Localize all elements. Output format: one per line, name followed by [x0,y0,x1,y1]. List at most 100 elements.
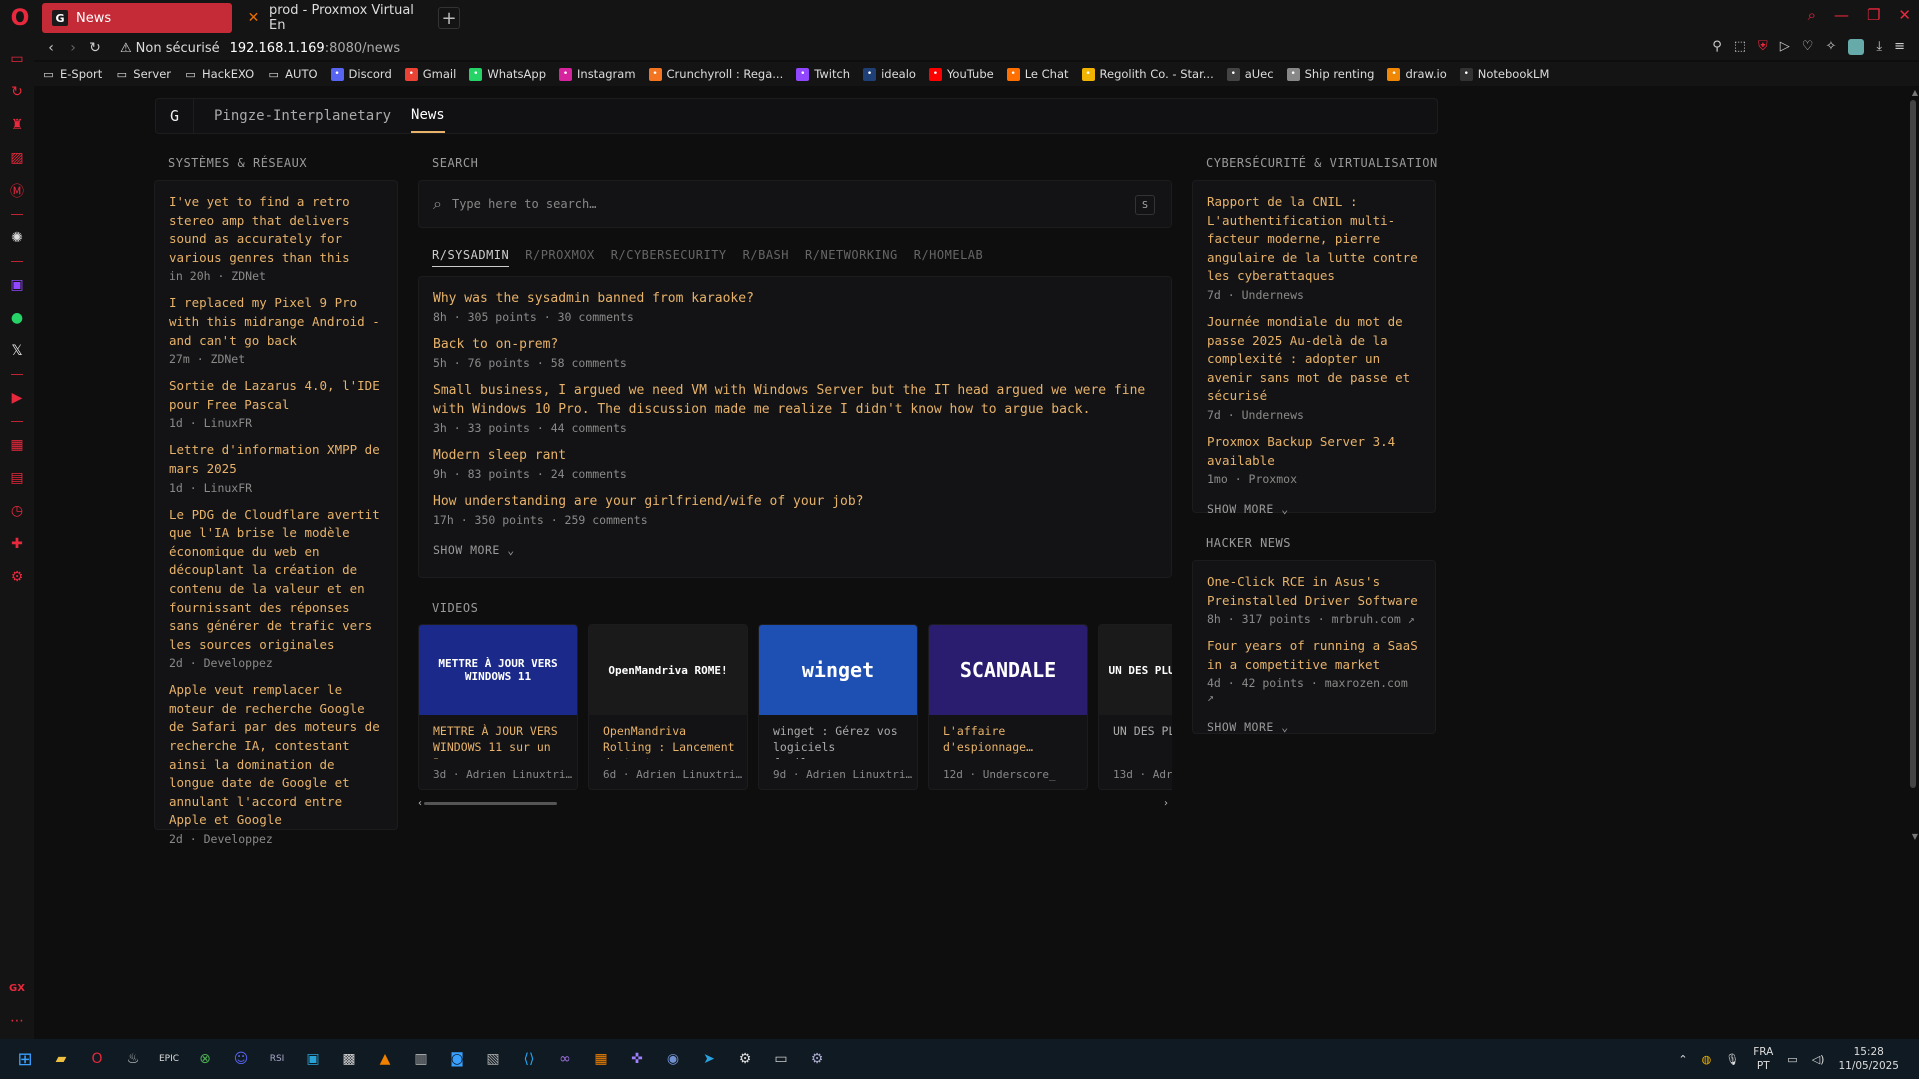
clock-icon[interactable]: ◷ [7,501,27,521]
extensions-icon[interactable]: ✚ [7,534,27,554]
news-item[interactable]: Sortie de Lazarus 4.0, l'IDE pour Free P… [169,377,383,430]
visual-studio-icon[interactable]: ∞ [554,1048,576,1070]
video-card[interactable]: wingetwinget : Gérez vos logiciels facil… [758,624,918,790]
bookmark-14[interactable]: • aUec [1226,67,1274,81]
bookmark-11[interactable]: • YouTube [928,67,994,81]
video-title[interactable]: UN DES PL YOUTUBEUR [1099,715,1172,759]
epic-games-icon[interactable]: EPIC [158,1048,180,1070]
news-item[interactable]: Apple veut remplacer le moteur de recher… [169,681,383,846]
bookmark-10[interactable]: • idealo [863,67,916,81]
pin-icon[interactable]: ⚲ [1712,39,1722,55]
windows-start-icon[interactable]: ⊞ [14,1048,36,1070]
scroll-left-icon[interactable]: ‹ [418,798,422,809]
bookmark-1[interactable]: ▭ Server [115,67,171,81]
bookmark-0[interactable]: ▭ E-Sport [42,67,102,81]
chatgpt-icon[interactable]: ✺ [7,228,27,248]
news-item-title[interactable]: Back to on-prem? [433,335,1157,354]
video-thumbnail[interactable]: UN DES PLUS G PASSÉ S [1099,625,1172,715]
bookmark-3[interactable]: ▭ AUTO [267,67,317,81]
network-icon[interactable]: ▭ [1787,1053,1797,1066]
xbox-icon[interactable]: ⊗ [194,1048,216,1070]
bookmark-9[interactable]: • Twitch [796,67,850,81]
bookmark-7[interactable]: • Instagram [559,67,636,81]
gx-logo-icon[interactable]: GX [7,978,27,998]
gx-control-icon[interactable]: ▭ [7,49,27,69]
terminal-icon[interactable]: ▭ [770,1048,792,1070]
settings-icon[interactable]: ⚙ [7,567,27,587]
subreddit-tab-3[interactable]: R/BASH [743,248,789,267]
news-item[interactable]: I replaced my Pixel 9 Pro with this midr… [169,294,383,366]
video-title[interactable]: METTRE À JOUR VERS WINDOWS 11 sur un P… [419,715,577,759]
notepad-icon[interactable]: ▥ [410,1048,432,1070]
player-icon[interactable]: ▶ [7,388,27,408]
video-title[interactable]: winget : Gérez vos logiciels facilemen… [759,715,917,759]
news-item-title[interactable]: Apple veut remplacer le moteur de recher… [169,681,383,830]
bookmark-13[interactable]: • Regolith Co. - Star... [1081,67,1214,81]
bookmark-15[interactable]: • Ship renting [1286,67,1374,81]
app-circle-icon[interactable]: ◉ [662,1048,684,1070]
news-item[interactable]: Back to on-prem? 5h · 76 points · 58 comm… [433,335,1157,370]
subreddit-tab-1[interactable]: R/PROXMOX [525,248,595,267]
news-item-title[interactable]: Rapport de la CNIL : L'authentification … [1207,193,1421,286]
nav-link-news[interactable]: News [411,99,445,133]
video-card[interactable]: METTRE À JOUR VERS WINDOWS 11 METTRE À JO… [418,624,578,790]
reload-icon[interactable]: ↻ [84,40,106,56]
news-item-title[interactable]: Proxmox Backup Server 3.4 available [1207,433,1421,470]
news-item[interactable]: Four years of running a SaaS in a compet… [1207,637,1421,704]
video-title[interactable]: L'affaire d'espionnage… [929,715,1087,759]
search-input[interactable] [451,197,1112,211]
show-more-button[interactable]: SHOW MORE ⌄ [1207,502,1421,516]
video-thumbnail[interactable]: winget [759,625,917,715]
news-item[interactable]: How understanding are your girlfriend/wi… [433,492,1157,527]
tray-chevron-icon[interactable]: ⌃ [1678,1053,1687,1066]
clock[interactable]: 15:28 11/05/2025 [1838,1045,1899,1073]
news-item[interactable]: Proxmox Backup Server 3.4 available 1mo ·… [1207,433,1421,486]
bookmark-8[interactable]: • Crunchyroll : Rega... [648,67,783,81]
app-orange-icon[interactable]: ▦ [590,1048,612,1070]
video-title[interactable]: OpenMandriva Rolling : Lancement du test… [589,715,747,759]
vertical-scrollbar[interactable] [1910,100,1916,788]
bookmark-12[interactable]: • Le Chat [1006,67,1069,81]
news-item[interactable]: I've yet to find a retro stereo amp that… [169,193,383,283]
site-logo[interactable]: G [156,99,194,133]
cleaner-icon[interactable]: ▨ [7,148,27,168]
bookmark-5[interactable]: • Gmail [404,67,456,81]
app-grey-icon[interactable]: ▧ [482,1048,504,1070]
gamepad-icon[interactable]: ✜ [626,1048,648,1070]
bookmark-2[interactable]: ▭ HackEXO [184,67,254,81]
heart-icon[interactable]: ♡ [1802,39,1814,55]
url-field[interactable]: 192.168.1.169:8080/news [230,41,401,56]
news-item-title[interactable]: Journée mondiale du mot de passe 2025 Au… [1207,313,1421,406]
subreddit-tab-0[interactable]: R/SYSADMIN [432,248,510,267]
bookmark-6[interactable]: • WhatsApp [469,67,546,81]
snapshot-icon[interactable]: ⬚ [1734,39,1746,55]
news-item[interactable]: Journée mondiale du mot de passe 2025 Au… [1207,313,1421,422]
news-item-title[interactable]: One-Click RCE in Asus's Preinstalled Dri… [1207,573,1421,610]
vpn-shield-icon[interactable]: ⛨ [1758,39,1768,55]
news-item-title[interactable]: Lettre d'information XMPP de mars 2025 [169,441,383,478]
news-item-title[interactable]: Sortie de Lazarus 4.0, l'IDE pour Free P… [169,377,383,414]
steam-icon[interactable]: ♨ [122,1048,144,1070]
search-tabs-icon[interactable]: ⌕ [1808,6,1816,24]
twitch-icon[interactable]: ▣ [7,275,27,295]
mail-icon[interactable]: Ⓜ [7,181,27,201]
chrome-icon[interactable]: ◍ [1702,1053,1712,1066]
news-item[interactable]: Lettre d'information XMPP de mars 2025 1d… [169,441,383,494]
video-thumbnail[interactable]: METTRE À JOUR VERS WINDOWS 11 [419,625,577,715]
volume-icon[interactable]: ◁) [1812,1053,1825,1066]
news-item[interactable]: Why was the sysadmin banned from karaoke… [433,289,1157,324]
news-item[interactable]: Modern sleep rant 9h · 83 points · 24 com… [433,446,1157,481]
whatsapp-icon[interactable]: ● [7,308,27,328]
menu-icon[interactable]: ≡ [1894,39,1905,55]
horizontal-scrollbar[interactable] [424,802,557,805]
scroll-right-icon[interactable]: › [1164,798,1168,809]
news-item-title[interactable]: Four years of running a SaaS in a compet… [1207,637,1421,674]
discord-icon[interactable]: ☺ [230,1048,252,1070]
show-more-button[interactable]: SHOW MORE ⌄ [433,543,1157,557]
mic-icon[interactable]: 🎙 [1725,1053,1739,1066]
play-icon[interactable]: ▷ [1780,39,1790,55]
forward-icon[interactable]: › [62,40,84,56]
video-card[interactable]: UN DES PLUS G PASSÉ SUN DES PL YOUTUBEUR… [1098,624,1172,790]
news-item[interactable]: Small business, I argued we need VM with… [433,381,1157,435]
news-item[interactable]: Le PDG de Cloudflare avertit que l'IA br… [169,506,383,671]
